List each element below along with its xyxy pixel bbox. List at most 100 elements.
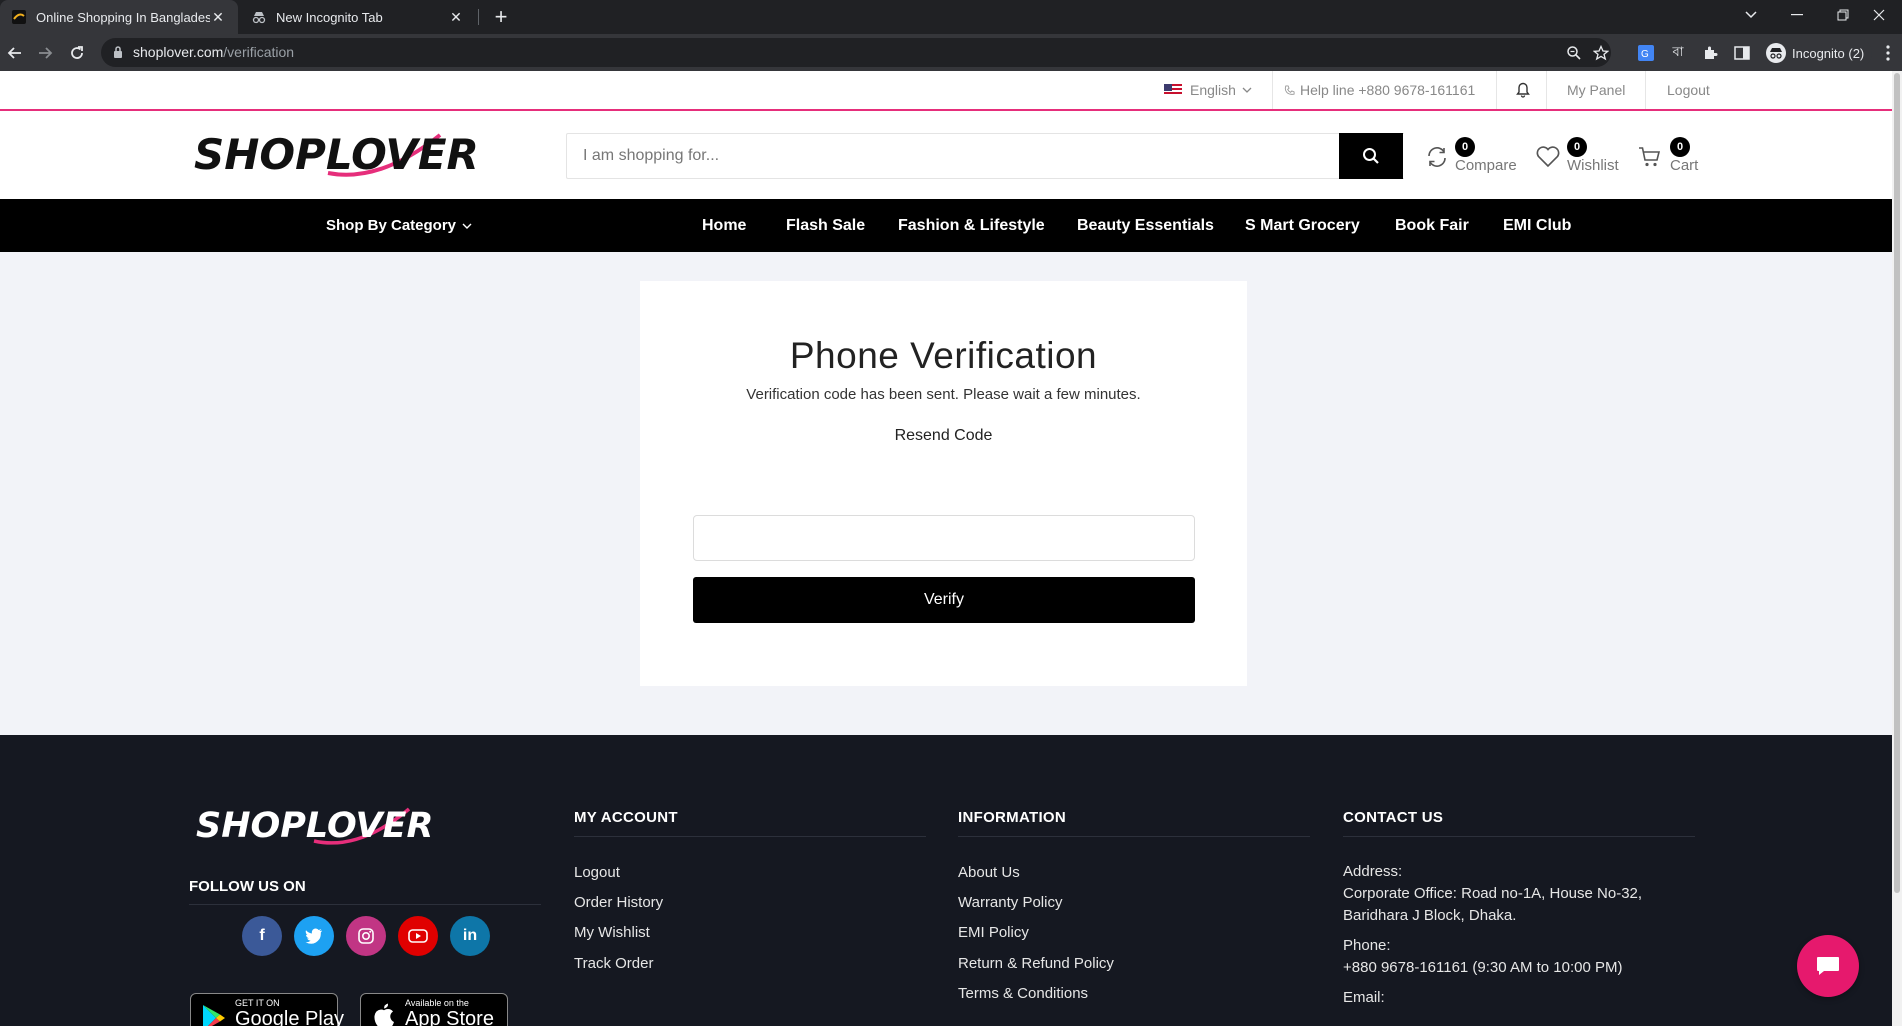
compare-button[interactable]: 0 Compare — [1425, 133, 1521, 179]
scrollbar-thumb[interactable] — [1894, 73, 1900, 893]
search-bar — [566, 133, 1404, 179]
search-icon — [1362, 147, 1380, 165]
app-store-badge[interactable]: Available on the App Store — [360, 993, 508, 1026]
contact-address-label: Address: — [1343, 863, 1403, 880]
footer-link-track-order[interactable]: Track Order — [574, 955, 653, 972]
contact-us-title: CONTACT US — [1343, 809, 1444, 826]
footer-link-order-history[interactable]: Order History — [574, 894, 663, 911]
url-path: /verification — [223, 44, 295, 60]
footer-link-my-wishlist[interactable]: My Wishlist — [574, 924, 650, 941]
browser-toolbar: shoplover.com/verification G বা Incognit… — [0, 34, 1902, 71]
footer-link-about-us[interactable]: About Us — [958, 864, 1020, 881]
footer-link-terms-conditions[interactable]: Terms & Conditions — [958, 985, 1088, 1002]
youtube-icon[interactable] — [398, 916, 438, 956]
helpline: Help line +880 9678-161161 — [1284, 71, 1475, 109]
kebab-menu-icon[interactable] — [1878, 43, 1898, 63]
nav-link-s-mart-grocery[interactable]: S Mart Grocery — [1245, 199, 1360, 252]
topbar-divider — [1546, 71, 1547, 109]
close-window-icon[interactable] — [1856, 0, 1902, 30]
main-nav: Shop By Category Home Flash Sale Fashion… — [0, 199, 1892, 252]
new-tab-plus-icon[interactable]: + — [489, 4, 513, 29]
close-tab-icon[interactable]: ✕ — [448, 9, 464, 25]
url-host: shoplover.com — [133, 44, 224, 60]
nav-link-beauty-essentials[interactable]: Beauty Essentials — [1077, 199, 1214, 252]
chat-icon — [1815, 954, 1841, 978]
resend-code-link[interactable]: Resend Code — [640, 427, 1247, 445]
tab-new-incognito[interactable]: New Incognito Tab ✕ — [240, 0, 476, 34]
footer-link-warranty-policy[interactable]: Warranty Policy — [958, 894, 1062, 911]
extensions-puzzle-icon[interactable] — [1700, 43, 1720, 63]
apple-icon — [373, 1002, 395, 1026]
page-scrollbar[interactable] — [1892, 71, 1902, 1026]
translate-icon[interactable]: G — [1636, 43, 1656, 63]
tab-search-chevron-icon[interactable] — [1728, 0, 1774, 30]
topbar-divider — [1496, 71, 1497, 109]
verification-code-input[interactable] — [693, 515, 1195, 561]
url-text: shoplover.com/verification — [133, 44, 294, 60]
bookmark-star-icon[interactable] — [1593, 45, 1609, 61]
divider — [189, 904, 541, 905]
nav-link-home[interactable]: Home — [702, 199, 746, 252]
instagram-icon[interactable] — [346, 916, 386, 956]
reload-icon[interactable] — [64, 40, 90, 66]
notification-bell-icon[interactable] — [1516, 71, 1530, 109]
back-arrow-icon[interactable] — [2, 40, 28, 66]
language-selector[interactable]: English — [1164, 71, 1252, 109]
lock-icon — [113, 46, 123, 58]
my-account-title: MY ACCOUNT — [574, 809, 678, 826]
search-button[interactable] — [1339, 133, 1403, 179]
incognito-avatar-icon — [1766, 43, 1786, 63]
follow-us-title: FOLLOW US ON — [189, 878, 306, 895]
divider — [958, 836, 1310, 837]
divider — [574, 836, 926, 837]
twitter-icon[interactable] — [294, 916, 334, 956]
bangla-keyboard-icon[interactable]: বা — [1668, 43, 1688, 63]
nav-link-emi-club[interactable]: EMI Club — [1503, 199, 1571, 252]
nav-link-fashion-lifestyle[interactable]: Fashion & Lifestyle — [898, 199, 1045, 252]
side-panel-icon[interactable] — [1732, 43, 1752, 63]
information-title: INFORMATION — [958, 809, 1067, 826]
google-play-badge[interactable]: GET IT ON Google Play — [190, 993, 344, 1026]
footer-link-emi-policy[interactable]: EMI Policy — [958, 924, 1029, 941]
site-footer: SHOPLOVER FOLLOW US ON f in GET IT ON Go… — [0, 735, 1892, 1026]
app-store-small-text: Available on the — [405, 998, 469, 1008]
topbar-divider — [1645, 71, 1646, 109]
incognito-profile-button[interactable]: Incognito (2) — [1762, 39, 1873, 67]
topbar-divider — [1272, 71, 1273, 109]
tab-shoplover[interactable]: Online Shopping In Bangladesh - ✕ — [0, 0, 238, 34]
google-play-big-text: Google Play — [235, 1008, 344, 1026]
shoplover-logo[interactable]: SHOPLOVER — [190, 125, 490, 185]
shop-by-category-dropdown[interactable]: Shop By Category — [326, 199, 472, 252]
contact-address-line2: Baridhara J Block, Dhaka. — [1343, 907, 1517, 924]
logout-link[interactable]: Logout — [1667, 71, 1710, 109]
category-label: Shop By Category — [326, 217, 457, 234]
zoom-icon[interactable] — [1566, 45, 1582, 61]
minimize-icon[interactable] — [1774, 0, 1820, 30]
cart-button[interactable]: 0 Cart — [1638, 133, 1708, 179]
close-tab-icon[interactable]: ✕ — [210, 9, 226, 25]
linkedin-icon[interactable]: in — [450, 916, 490, 956]
incognito-icon — [252, 10, 266, 24]
wishlist-button[interactable]: 0 Wishlist — [1535, 133, 1625, 179]
forward-arrow-icon[interactable] — [32, 40, 58, 66]
footer-logo[interactable]: SHOPLOVER — [194, 801, 454, 851]
footer-link-logout[interactable]: Logout — [574, 864, 620, 881]
verify-button[interactable]: Verify — [693, 577, 1195, 623]
address-bar[interactable]: shoplover.com/verification — [101, 38, 1611, 67]
footer-link-return-refund[interactable]: Return & Refund Policy — [958, 955, 1114, 972]
facebook-icon[interactable]: f — [242, 916, 282, 956]
heart-icon — [1535, 145, 1561, 169]
verification-message: Verification code has been sent. Please … — [746, 386, 1141, 403]
language-label: English — [1190, 82, 1236, 98]
nav-link-flash-sale[interactable]: Flash Sale — [786, 199, 865, 252]
search-input[interactable] — [567, 134, 1404, 178]
chat-bubble-button[interactable] — [1797, 935, 1859, 997]
tab-title: Online Shopping In Bangladesh - — [36, 9, 210, 25]
nav-link-book-fair[interactable]: Book Fair — [1395, 199, 1469, 252]
us-flag-icon — [1164, 84, 1182, 96]
my-panel-link[interactable]: My Panel — [1567, 71, 1625, 109]
profile-label: Incognito (2) — [1792, 45, 1865, 61]
shoplover-favicon — [12, 10, 26, 24]
chevron-down-icon — [462, 223, 472, 229]
google-play-small-text: GET IT ON — [235, 998, 280, 1008]
